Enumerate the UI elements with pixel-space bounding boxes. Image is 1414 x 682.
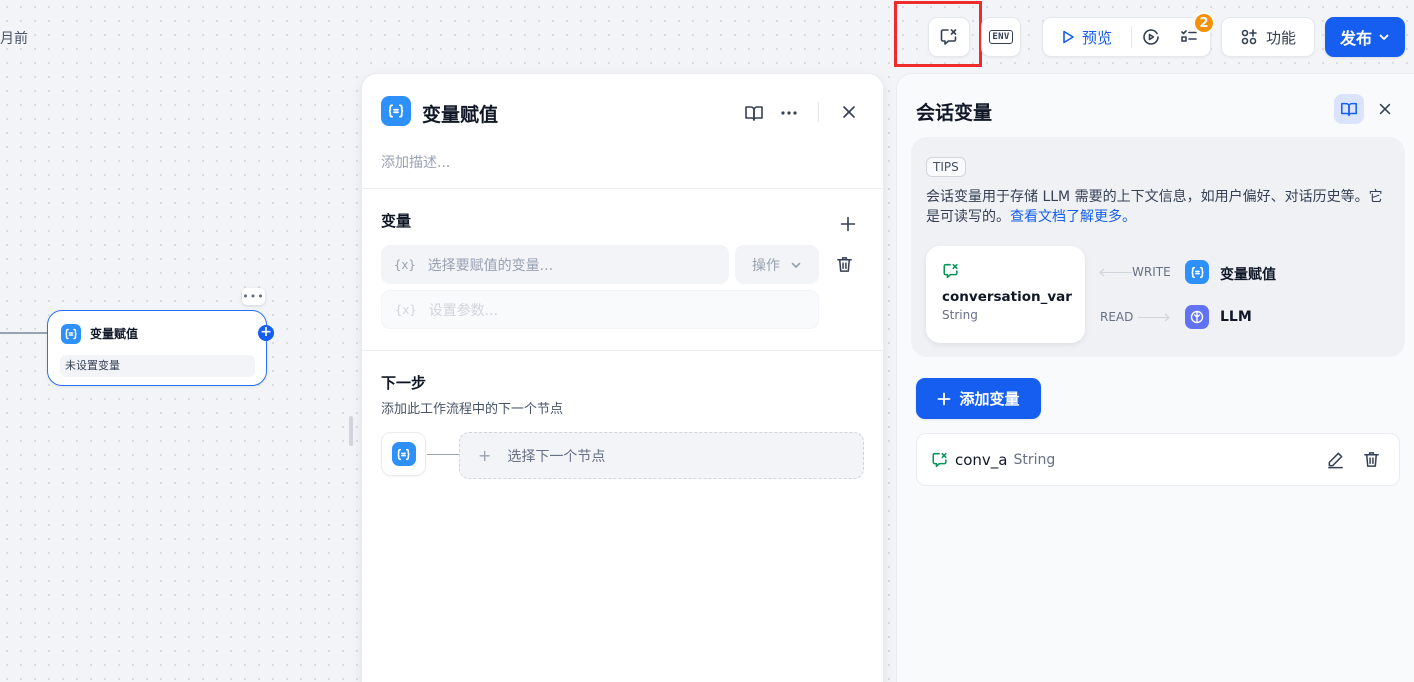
conversation-variable-icon	[931, 451, 949, 469]
divider	[362, 350, 883, 351]
variable-assigner-node[interactable]: 变量赋值 未设置变量	[47, 310, 267, 386]
chevron-down-icon	[790, 259, 802, 271]
node-add-button[interactable]: +	[258, 325, 274, 341]
canvas-edge	[0, 332, 47, 334]
close-icon[interactable]	[840, 103, 858, 121]
checklist-badge: 2	[1193, 12, 1215, 34]
plus-icon	[937, 392, 951, 406]
read-label: READ	[1100, 310, 1134, 324]
select-next-node-label: 选择下一个节点	[507, 448, 606, 465]
variable-assigner-icon	[61, 324, 81, 344]
env-icon: ENV	[989, 30, 1013, 44]
publish-button[interactable]: 发布	[1325, 17, 1405, 57]
docs-link[interactable]: 查看文档了解更多。	[1010, 209, 1136, 225]
node-subtitle: 未设置变量	[60, 355, 255, 377]
highlight-box	[894, 1, 982, 67]
book-icon	[1340, 100, 1358, 118]
trash-icon[interactable]	[835, 255, 854, 274]
publish-label: 发布	[1339, 29, 1372, 48]
features-label: 功能	[1265, 28, 1296, 47]
panel-title: 变量赋值	[422, 104, 499, 126]
set-parameter-field[interactable]: {x} 设置参数...	[381, 290, 819, 329]
variable-row[interactable]: conv_a String	[916, 433, 1400, 486]
panel-title: 会话变量	[916, 102, 993, 124]
select-variable-field[interactable]: {x} 选择要赋值的变量...	[381, 245, 729, 284]
variable-assigner-icon	[391, 442, 416, 466]
node-title: 变量赋值	[90, 327, 139, 341]
edit-icon[interactable]	[1326, 450, 1345, 469]
divider	[818, 102, 819, 122]
conversation-variables-panel: 会话变量 TIPS 会话变量用于存储 LLM 需要的上下文信息，如用户偏好、对话…	[896, 73, 1414, 682]
example-variable-name: conversation_var	[942, 289, 1072, 305]
more-icon[interactable]	[779, 103, 799, 123]
divider	[362, 188, 883, 189]
llm-icon	[1185, 305, 1209, 329]
book-icon[interactable]	[744, 103, 764, 123]
preview-group: 预览	[1042, 17, 1211, 57]
add-variable-button[interactable]: 添加变量	[916, 378, 1041, 419]
variable-icon: {x}	[394, 257, 416, 272]
plus-icon: +	[478, 446, 492, 465]
docs-button[interactable]	[1334, 94, 1364, 124]
select-next-node-button[interactable]: + 选择下一个节点	[459, 432, 864, 479]
select-variable-placeholder: 选择要赋值的变量...	[427, 257, 554, 274]
tips-text: 会话变量用于存储 LLM 需要的上下文信息，如用户偏好、对话历史等。它是可读写的…	[926, 187, 1396, 227]
resize-handle[interactable]	[349, 416, 353, 446]
add-variable-label: 添加变量	[959, 390, 1020, 408]
tips-card: TIPS 会话变量用于存储 LLM 需要的上下文信息，如用户偏好、对话历史等。它…	[911, 137, 1405, 357]
read-target: LLM	[1220, 309, 1252, 325]
env-button[interactable]: ENV	[981, 17, 1021, 57]
features-icon	[1240, 28, 1258, 46]
trash-icon[interactable]	[1362, 450, 1381, 469]
connector-line	[427, 454, 459, 455]
variable-icon: {x}	[395, 302, 417, 317]
description-input[interactable]: 添加描述...	[381, 152, 450, 172]
arrow-left-icon	[1098, 268, 1106, 277]
tips-tag: TIPS	[926, 157, 966, 177]
close-icon[interactable]	[1377, 101, 1393, 117]
next-step-subtitle: 添加此工作流程中的下一个节点	[381, 402, 564, 417]
preview-label: 预览	[1082, 28, 1113, 47]
variable-assigner-icon	[1185, 260, 1209, 284]
operation-placeholder: 操作	[752, 257, 780, 274]
variables-section-title: 变量	[381, 212, 412, 230]
write-target: 变量赋值	[1220, 267, 1276, 283]
features-button[interactable]: 功能	[1221, 17, 1315, 57]
chevron-down-icon	[1378, 31, 1390, 43]
run-history-button[interactable]	[1132, 18, 1170, 56]
time-ago-text: 月前	[0, 31, 28, 47]
write-label: WRITE	[1132, 265, 1171, 279]
tips-body: 会话变量用于存储 LLM 需要的上下文信息，如用户偏好、对话历史等。它是可读写的…	[926, 189, 1383, 225]
history-play-icon	[1141, 27, 1161, 47]
play-icon	[1060, 29, 1076, 45]
current-node-chip	[381, 432, 426, 476]
next-step-title: 下一步	[381, 374, 427, 392]
operation-select[interactable]: 操作	[735, 245, 819, 284]
example-variable-card: conversation_var String	[926, 246, 1085, 343]
add-variable-plus-icon[interactable]	[840, 216, 856, 232]
example-variable-type: String	[942, 308, 978, 322]
preview-button[interactable]: 预览	[1043, 18, 1131, 56]
variable-type: String	[1013, 451, 1056, 468]
variable-name: conv_a	[955, 450, 1008, 469]
variable-assigner-icon	[381, 96, 411, 126]
node-more-button[interactable]: •••	[242, 288, 265, 305]
node-config-panel: 变量赋值 添加描述... 变量 {x} 选择要赋值的变量... 操作 {x} 设…	[361, 73, 884, 682]
conversation-variable-icon	[942, 262, 960, 280]
arrow-right-icon	[1163, 313, 1171, 322]
set-parameter-placeholder: 设置参数...	[428, 302, 499, 319]
